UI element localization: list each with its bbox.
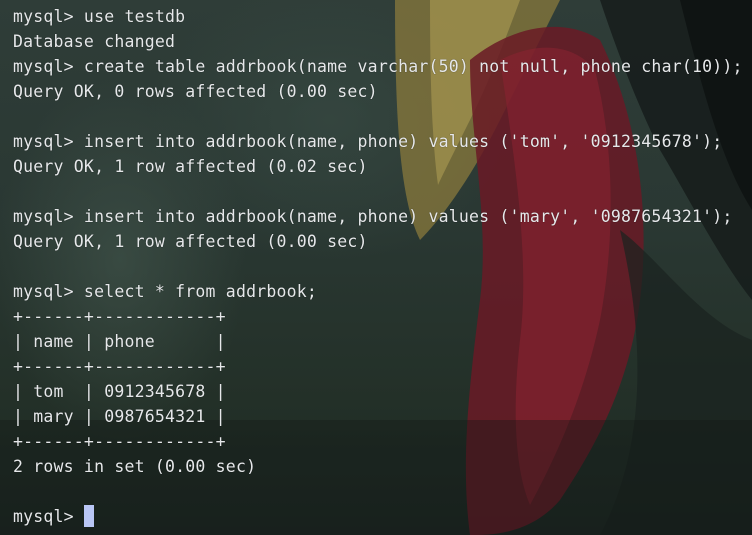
terminal-window[interactable]: mysql> use testdb Database changed mysql… bbox=[0, 0, 752, 535]
terminal-output: mysql> use testdb Database changed mysql… bbox=[13, 4, 743, 529]
terminal-line: Database changed bbox=[13, 32, 176, 51]
table-border-line: +------+------------+ bbox=[13, 357, 226, 376]
table-border-line: +------+------------+ bbox=[13, 432, 226, 451]
terminal-line: 2 rows in set (0.00 sec) bbox=[13, 457, 257, 476]
table-header-row: | name | phone | bbox=[13, 332, 226, 351]
terminal-line: mysql> create table addrbook(name varcha… bbox=[13, 57, 743, 76]
terminal-line: mysql> use testdb bbox=[13, 7, 186, 26]
terminal-line: Query OK, 1 row affected (0.02 sec) bbox=[13, 157, 368, 176]
mysql-prompt: mysql> bbox=[13, 507, 84, 526]
text-cursor bbox=[83, 505, 94, 527]
table-row: | mary | 0987654321 | bbox=[13, 407, 226, 426]
terminal-line: mysql> insert into addrbook(name, phone)… bbox=[13, 207, 733, 226]
terminal-line: Query OK, 1 row affected (0.00 sec) bbox=[13, 232, 368, 251]
table-border-line: +------+------------+ bbox=[13, 307, 226, 326]
terminal-line: Query OK, 0 rows affected (0.00 sec) bbox=[13, 82, 378, 101]
prompt-line[interactable]: mysql> bbox=[13, 504, 743, 529]
table-row: | tom | 0912345678 | bbox=[13, 382, 226, 401]
terminal-line: mysql> select * from addrbook; bbox=[13, 282, 318, 301]
terminal-line: mysql> insert into addrbook(name, phone)… bbox=[13, 132, 723, 151]
